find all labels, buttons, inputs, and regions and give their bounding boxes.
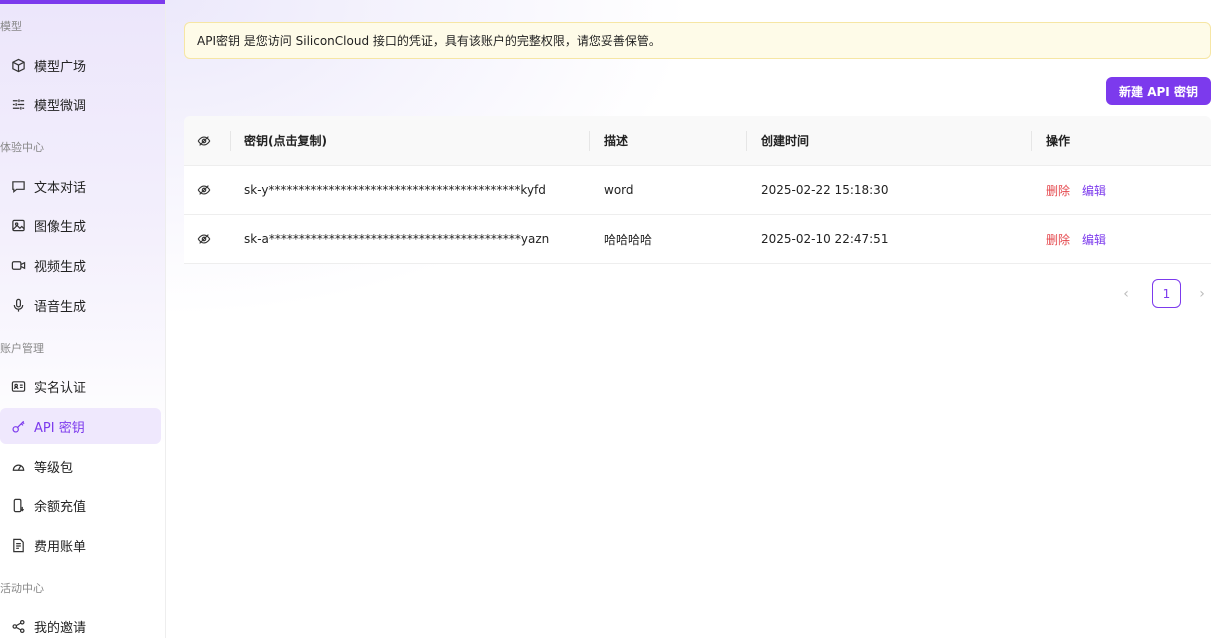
api-keys-table: 密钥(点击复制) 描述 创建时间 操作 sk-y****************… bbox=[184, 116, 1211, 264]
table-row: sk-a************************************… bbox=[184, 215, 1211, 264]
section-title-models: 模型 bbox=[0, 20, 22, 33]
sidebar-item-bills[interactable]: 费用账单 bbox=[0, 527, 161, 563]
key-value[interactable]: sk-y************************************… bbox=[244, 166, 546, 214]
sidebar-item-recharge[interactable]: 余额充值 bbox=[0, 487, 161, 523]
eye-off-icon bbox=[197, 234, 211, 244]
sidebar-item-label: 文本对话 bbox=[34, 180, 87, 196]
sidebar-item-label: 图像生成 bbox=[34, 219, 87, 235]
section-title-experience: 体验中心 bbox=[0, 141, 44, 154]
sidebar-item-model-square[interactable]: 模型广场 bbox=[0, 47, 161, 83]
cube-icon bbox=[10, 57, 26, 73]
table-header: 密钥(点击复制) 描述 创建时间 操作 bbox=[184, 116, 1211, 166]
sidebar-item-fine-tune[interactable]: 模型微调 bbox=[0, 86, 161, 122]
sidebar-item-image-gen[interactable]: 图像生成 bbox=[0, 207, 161, 243]
notice-banner: API密钥 是您访问 SiliconCloud 接口的凭证，具有该账户的完整权限… bbox=[184, 22, 1211, 59]
header-desc: 描述 bbox=[604, 134, 629, 148]
sidebar-item-label: 模型微调 bbox=[34, 98, 87, 114]
key-description: word bbox=[604, 183, 634, 197]
delete-link[interactable]: 删除 bbox=[1046, 182, 1070, 199]
edit-link[interactable]: 编辑 bbox=[1082, 231, 1106, 248]
toggle-all-visibility[interactable] bbox=[197, 116, 211, 165]
mic-icon bbox=[10, 297, 26, 313]
section-title-account: 账户管理 bbox=[0, 342, 44, 355]
phone-recharge-icon bbox=[10, 497, 26, 513]
sidebar-item-label: 模型广场 bbox=[34, 59, 87, 75]
delete-link[interactable]: 删除 bbox=[1046, 231, 1070, 248]
section-title-activity: 活动中心 bbox=[0, 582, 44, 595]
sidebar: 模型 模型广场 模型微调 体验中心 文本对话 图像生成 视频生成 语音生成 账户… bbox=[0, 0, 166, 638]
prev-page-icon[interactable]: ‹ bbox=[1116, 284, 1136, 304]
main-content: API密钥 是您访问 SiliconCloud 接口的凭证，具有该账户的完整权限… bbox=[166, 0, 1222, 638]
sidebar-item-api-keys[interactable]: API 密钥 bbox=[0, 408, 161, 444]
edit-link[interactable]: 编辑 bbox=[1082, 182, 1106, 199]
key-description: 哈哈哈哈 bbox=[604, 232, 653, 247]
pagination: ‹ 1 › bbox=[1116, 279, 1212, 308]
sidebar-top-accent bbox=[0, 0, 165, 4]
sidebar-item-video-gen[interactable]: 视频生成 bbox=[0, 247, 161, 283]
column-separator bbox=[1031, 131, 1032, 151]
sidebar-item-level-pack[interactable]: 等级包 bbox=[0, 448, 161, 484]
row-actions: 删除 编辑 bbox=[1046, 215, 1106, 263]
column-separator bbox=[589, 131, 590, 151]
sidebar-item-voice-gen[interactable]: 语音生成 bbox=[0, 287, 161, 323]
gauge-icon bbox=[10, 458, 26, 474]
header-key: 密钥(点击复制) bbox=[244, 134, 327, 148]
toggle-key-visibility[interactable] bbox=[197, 215, 211, 263]
video-icon bbox=[10, 257, 26, 273]
next-page-icon[interactable]: › bbox=[1192, 284, 1212, 304]
column-separator bbox=[746, 131, 747, 151]
chat-icon bbox=[10, 178, 26, 194]
sidebar-item-real-name[interactable]: 实名认证 bbox=[0, 368, 161, 404]
key-icon bbox=[10, 418, 26, 434]
app-root: 模型 模型广场 模型微调 体验中心 文本对话 图像生成 视频生成 语音生成 账户… bbox=[0, 0, 1222, 638]
table-row: sk-y************************************… bbox=[184, 166, 1211, 215]
header-ops: 操作 bbox=[1046, 134, 1071, 148]
row-actions: 删除 编辑 bbox=[1046, 166, 1106, 214]
bill-icon bbox=[10, 537, 26, 553]
sidebar-item-label: 费用账单 bbox=[34, 539, 87, 555]
column-separator bbox=[230, 131, 231, 151]
key-value[interactable]: sk-a************************************… bbox=[244, 215, 549, 263]
sidebar-item-label: 我的邀请 bbox=[34, 620, 87, 636]
sidebar-item-label: 语音生成 bbox=[34, 299, 87, 315]
notice-text: API密钥 是您访问 SiliconCloud 接口的凭证，具有该账户的完整权限… bbox=[197, 34, 661, 48]
sidebar-item-invite[interactable]: 我的邀请 bbox=[0, 608, 161, 638]
sidebar-item-label: 视频生成 bbox=[34, 259, 87, 275]
eye-off-icon bbox=[197, 135, 211, 146]
header-time: 创建时间 bbox=[761, 134, 810, 148]
toggle-key-visibility[interactable] bbox=[197, 166, 211, 214]
sliders-icon bbox=[10, 96, 26, 112]
sidebar-item-label: 实名认证 bbox=[34, 380, 87, 396]
key-created-time: 2025-02-10 22:47:51 bbox=[761, 232, 889, 246]
sidebar-item-text-chat[interactable]: 文本对话 bbox=[0, 168, 161, 204]
sidebar-item-label: 等级包 bbox=[34, 460, 74, 476]
new-api-key-button[interactable]: 新建 API 密钥 bbox=[1106, 77, 1211, 105]
id-card-icon bbox=[10, 378, 26, 394]
sidebar-item-label: 余额充值 bbox=[34, 499, 87, 515]
eye-off-icon bbox=[197, 185, 211, 195]
image-icon bbox=[10, 217, 26, 233]
key-created-time: 2025-02-22 15:18:30 bbox=[761, 183, 889, 197]
share-icon bbox=[10, 618, 26, 634]
page-number-current[interactable]: 1 bbox=[1152, 279, 1181, 308]
sidebar-item-label: API 密钥 bbox=[34, 420, 85, 436]
